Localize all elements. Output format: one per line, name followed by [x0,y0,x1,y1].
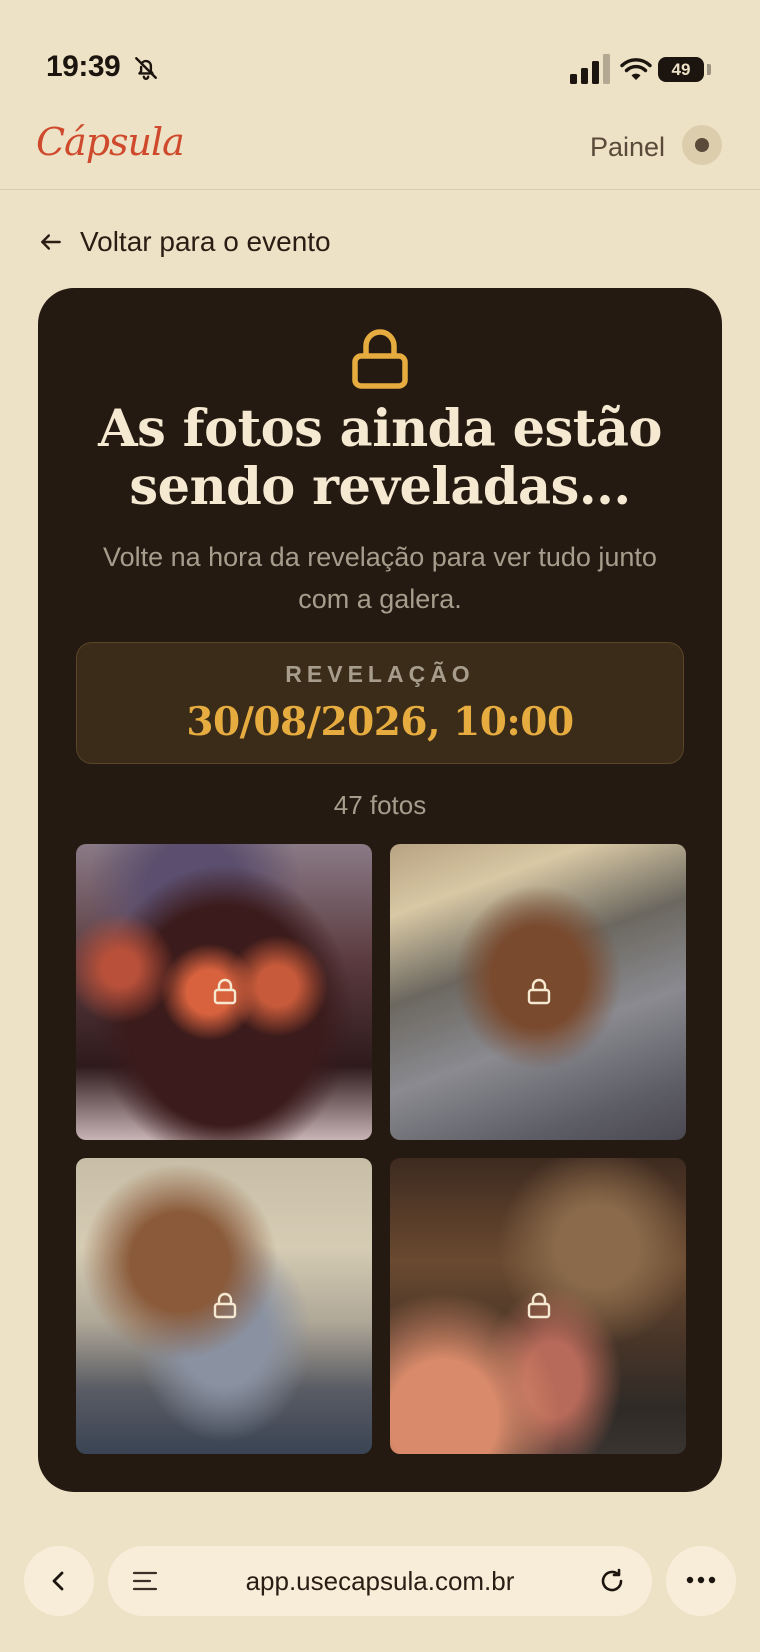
bell-off-icon [135,57,157,80]
url-text: app.usecapsula.com.br [245,1566,515,1596]
reveal-pending-card: As fotos ainda estão sendo reveladas... … [38,288,722,1492]
wifi-icon [620,58,652,80]
avatar-dot [695,138,709,152]
painel-link[interactable]: Painel [590,132,665,163]
battery-tip [707,64,711,75]
capsula-logo[interactable]: Cápsula [36,120,185,164]
reload-icon[interactable] [598,1567,626,1595]
status-time: 19:39 [46,50,121,83]
reveal-date-box: REVELAÇÃO 30/08/2026, 10:00 [76,642,684,764]
card-subtitle-line2: com a galera. [298,584,462,614]
battery-icon: 49 [658,57,704,82]
reveal-label: REVELAÇÃO [285,661,475,687]
lock-icon [352,329,408,389]
card-title-line2: sendo reveladas... [129,457,631,517]
card-subtitle: Volte na hora da revelação para ver tudo… [68,536,692,620]
lock-icon [213,978,237,1005]
more-dots-icon [686,1576,716,1584]
app-header: Cápsula Painel [0,120,760,190]
photo-count: 47 fotos [333,790,427,820]
locked-photo-thumbnail[interactable] [76,1158,372,1454]
locked-photo-thumbnail[interactable] [390,1158,686,1454]
browser-back-button[interactable] [24,1546,94,1616]
avatar[interactable] [682,125,722,165]
back-to-event-link[interactable]: Voltar para o evento [38,222,331,262]
arrow-left-icon [41,234,61,250]
locked-photo-thumbnail[interactable] [76,844,372,1140]
lock-icon [527,1292,551,1319]
card-title: As fotos ainda estão sendo reveladas... [38,400,722,516]
browser-toolbar: app.usecapsula.com.br [0,1540,760,1630]
back-link-label: Voltar para o evento [80,226,331,257]
browser-more-button[interactable] [666,1546,736,1616]
lock-icon [213,1292,237,1319]
locked-photo-thumbnail[interactable] [390,844,686,1140]
status-bar: 19:39 49 [0,0,760,120]
lock-icon [527,978,551,1005]
card-subtitle-line1: Volte na hora da revelação para ver tudo… [103,542,657,572]
chevron-left-icon [52,1571,64,1591]
cellular-signal-icon [570,54,610,84]
reveal-date: 30/08/2026, 10:00 [186,699,574,745]
card-title-line1: As fotos ainda estão [98,399,662,459]
browser-address-bar[interactable]: app.usecapsula.com.br [108,1546,652,1616]
